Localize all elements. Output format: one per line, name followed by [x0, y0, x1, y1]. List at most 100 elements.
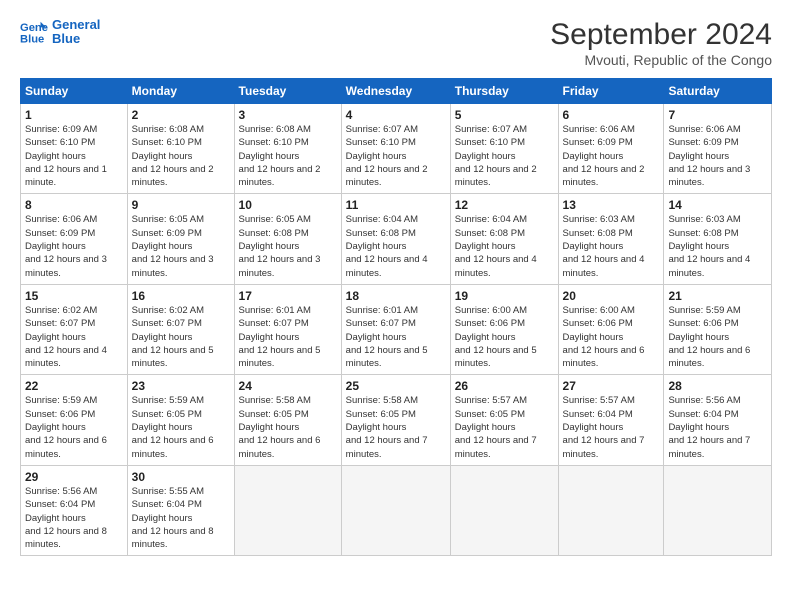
table-row: 30 Sunrise: 5:55 AMSunset: 6:04 PMDaylig… [127, 465, 234, 555]
svg-text:General: General [20, 22, 48, 34]
col-tuesday: Tuesday [234, 79, 341, 104]
table-row: 14 Sunrise: 6:03 AMSunset: 6:08 PMDaylig… [664, 194, 772, 284]
table-row: 27 Sunrise: 5:57 AMSunset: 6:04 PMDaylig… [558, 375, 664, 465]
day-info: Sunrise: 6:08 AMSunset: 6:10 PMDaylight … [132, 123, 230, 189]
day-info: Sunrise: 6:05 AMSunset: 6:09 PMDaylight … [132, 213, 230, 279]
table-row: 22 Sunrise: 5:59 AMSunset: 6:06 PMDaylig… [21, 375, 128, 465]
day-number: 15 [25, 289, 123, 303]
table-row: 28 Sunrise: 5:56 AMSunset: 6:04 PMDaylig… [664, 375, 772, 465]
day-info: Sunrise: 6:04 AMSunset: 6:08 PMDaylight … [346, 213, 446, 279]
table-row: 15 Sunrise: 6:02 AMSunset: 6:07 PMDaylig… [21, 284, 128, 374]
table-row: 7 Sunrise: 6:06 AMSunset: 6:09 PMDayligh… [664, 104, 772, 194]
table-row: 11 Sunrise: 6:04 AMSunset: 6:08 PMDaylig… [341, 194, 450, 284]
day-info: Sunrise: 6:02 AMSunset: 6:07 PMDaylight … [132, 304, 230, 370]
table-row: 2 Sunrise: 6:08 AMSunset: 6:10 PMDayligh… [127, 104, 234, 194]
table-row [341, 465, 450, 555]
table-row: 1 Sunrise: 6:09 AMSunset: 6:10 PMDayligh… [21, 104, 128, 194]
col-sunday: Sunday [21, 79, 128, 104]
day-number: 24 [239, 379, 337, 393]
day-number: 25 [346, 379, 446, 393]
day-number: 26 [455, 379, 554, 393]
logo-icon: General Blue [20, 18, 48, 46]
day-number: 16 [132, 289, 230, 303]
day-info: Sunrise: 6:08 AMSunset: 6:10 PMDaylight … [239, 123, 337, 189]
day-info: Sunrise: 5:58 AMSunset: 6:05 PMDaylight … [346, 394, 446, 460]
day-number: 3 [239, 108, 337, 122]
day-info: Sunrise: 6:04 AMSunset: 6:08 PMDaylight … [455, 213, 554, 279]
table-row: 10 Sunrise: 6:05 AMSunset: 6:08 PMDaylig… [234, 194, 341, 284]
logo-blue: Blue [52, 32, 100, 46]
day-number: 27 [563, 379, 660, 393]
day-info: Sunrise: 6:06 AMSunset: 6:09 PMDaylight … [25, 213, 123, 279]
day-info: Sunrise: 5:59 AMSunset: 6:06 PMDaylight … [668, 304, 767, 370]
day-info: Sunrise: 5:55 AMSunset: 6:04 PMDaylight … [132, 485, 230, 551]
day-number: 14 [668, 198, 767, 212]
day-info: Sunrise: 5:57 AMSunset: 6:05 PMDaylight … [455, 394, 554, 460]
table-row: 25 Sunrise: 5:58 AMSunset: 6:05 PMDaylig… [341, 375, 450, 465]
calendar: Sunday Monday Tuesday Wednesday Thursday… [20, 78, 772, 556]
day-info: Sunrise: 6:01 AMSunset: 6:07 PMDaylight … [239, 304, 337, 370]
table-row: 18 Sunrise: 6:01 AMSunset: 6:07 PMDaylig… [341, 284, 450, 374]
day-info: Sunrise: 6:07 AMSunset: 6:10 PMDaylight … [346, 123, 446, 189]
logo-general: General [52, 18, 100, 32]
day-info: Sunrise: 6:03 AMSunset: 6:08 PMDaylight … [668, 213, 767, 279]
table-row: 19 Sunrise: 6:00 AMSunset: 6:06 PMDaylig… [450, 284, 558, 374]
col-friday: Friday [558, 79, 664, 104]
day-info: Sunrise: 6:02 AMSunset: 6:07 PMDaylight … [25, 304, 123, 370]
day-number: 9 [132, 198, 230, 212]
day-number: 5 [455, 108, 554, 122]
table-row: 21 Sunrise: 5:59 AMSunset: 6:06 PMDaylig… [664, 284, 772, 374]
table-row: 29 Sunrise: 5:56 AMSunset: 6:04 PMDaylig… [21, 465, 128, 555]
day-info: Sunrise: 5:59 AMSunset: 6:06 PMDaylight … [25, 394, 123, 460]
day-info: Sunrise: 5:58 AMSunset: 6:05 PMDaylight … [239, 394, 337, 460]
day-number: 21 [668, 289, 767, 303]
table-row: 6 Sunrise: 6:06 AMSunset: 6:09 PMDayligh… [558, 104, 664, 194]
table-row: 23 Sunrise: 5:59 AMSunset: 6:05 PMDaylig… [127, 375, 234, 465]
day-info: Sunrise: 6:06 AMSunset: 6:09 PMDaylight … [668, 123, 767, 189]
table-row: 4 Sunrise: 6:07 AMSunset: 6:10 PMDayligh… [341, 104, 450, 194]
day-number: 28 [668, 379, 767, 393]
day-info: Sunrise: 5:59 AMSunset: 6:05 PMDaylight … [132, 394, 230, 460]
table-row: 16 Sunrise: 6:02 AMSunset: 6:07 PMDaylig… [127, 284, 234, 374]
table-row [664, 465, 772, 555]
table-row: 13 Sunrise: 6:03 AMSunset: 6:08 PMDaylig… [558, 194, 664, 284]
day-number: 2 [132, 108, 230, 122]
day-info: Sunrise: 5:57 AMSunset: 6:04 PMDaylight … [563, 394, 660, 460]
table-row: 5 Sunrise: 6:07 AMSunset: 6:10 PMDayligh… [450, 104, 558, 194]
day-number: 1 [25, 108, 123, 122]
day-info: Sunrise: 6:09 AMSunset: 6:10 PMDaylight … [25, 123, 123, 189]
header: General Blue General Blue September 2024… [20, 18, 772, 68]
logo: General Blue General Blue [20, 18, 100, 47]
day-number: 30 [132, 470, 230, 484]
day-number: 6 [563, 108, 660, 122]
day-number: 20 [563, 289, 660, 303]
table-row [450, 465, 558, 555]
col-saturday: Saturday [664, 79, 772, 104]
day-number: 13 [563, 198, 660, 212]
svg-text:Blue: Blue [20, 34, 44, 46]
table-row: 20 Sunrise: 6:00 AMSunset: 6:06 PMDaylig… [558, 284, 664, 374]
day-info: Sunrise: 6:06 AMSunset: 6:09 PMDaylight … [563, 123, 660, 189]
day-number: 12 [455, 198, 554, 212]
day-number: 23 [132, 379, 230, 393]
day-number: 19 [455, 289, 554, 303]
day-number: 22 [25, 379, 123, 393]
day-info: Sunrise: 6:00 AMSunset: 6:06 PMDaylight … [563, 304, 660, 370]
month-title: September 2024 [550, 18, 772, 52]
table-row: 9 Sunrise: 6:05 AMSunset: 6:09 PMDayligh… [127, 194, 234, 284]
day-number: 29 [25, 470, 123, 484]
day-number: 17 [239, 289, 337, 303]
col-monday: Monday [127, 79, 234, 104]
day-info: Sunrise: 6:01 AMSunset: 6:07 PMDaylight … [346, 304, 446, 370]
day-number: 11 [346, 198, 446, 212]
calendar-body: 1 Sunrise: 6:09 AMSunset: 6:10 PMDayligh… [21, 104, 772, 556]
day-number: 7 [668, 108, 767, 122]
table-row [234, 465, 341, 555]
day-number: 4 [346, 108, 446, 122]
table-row: 26 Sunrise: 5:57 AMSunset: 6:05 PMDaylig… [450, 375, 558, 465]
col-wednesday: Wednesday [341, 79, 450, 104]
day-info: Sunrise: 6:03 AMSunset: 6:08 PMDaylight … [563, 213, 660, 279]
day-info: Sunrise: 5:56 AMSunset: 6:04 PMDaylight … [25, 485, 123, 551]
location: Mvouti, Republic of the Congo [550, 52, 772, 68]
title-area: September 2024 Mvouti, Republic of the C… [550, 18, 772, 68]
